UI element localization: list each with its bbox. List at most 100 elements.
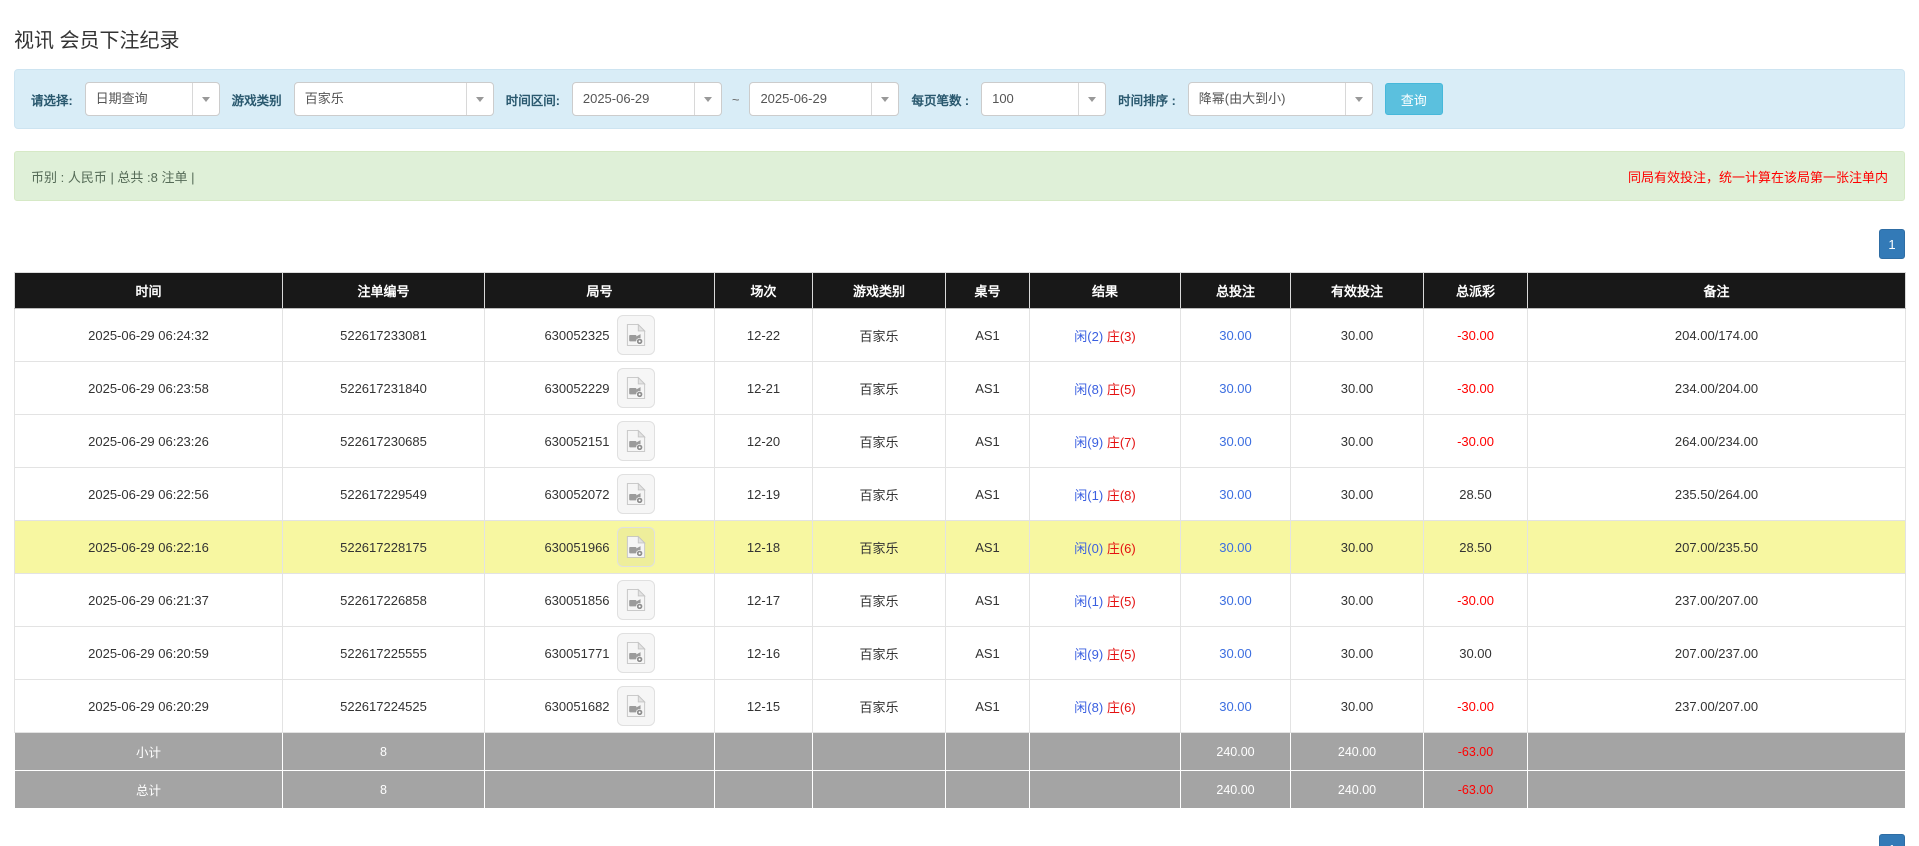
round-id: 630052072 bbox=[544, 486, 610, 502]
bet-id-cell: 522617226858 bbox=[282, 573, 485, 627]
round-id: 630051966 bbox=[544, 539, 610, 555]
valid-bet-cell: 30.00 bbox=[1290, 573, 1424, 627]
game-type-cell: 百家乐 bbox=[812, 679, 946, 733]
column-header: 游戏类别 bbox=[812, 272, 946, 309]
video-record-button[interactable] bbox=[616, 580, 655, 620]
footer-empty-cell bbox=[714, 732, 813, 771]
footer-empty-cell bbox=[1029, 770, 1181, 809]
bet-id-cell: 522617228175 bbox=[282, 520, 485, 574]
page-size-select[interactable]: 100 bbox=[981, 82, 1107, 116]
bet-id-cell: 522617230685 bbox=[282, 414, 485, 468]
total-bet-cell: 30.00 bbox=[1180, 573, 1291, 627]
total-bet-link[interactable]: 30.00 bbox=[1219, 487, 1252, 502]
query-type-select[interactable]: 日期查询 bbox=[84, 82, 220, 116]
search-button[interactable]: 查询 bbox=[1384, 83, 1443, 115]
game-type-select[interactable]: 百家乐 bbox=[293, 82, 494, 116]
round-cell: 630051682 bbox=[484, 679, 715, 733]
total-bet-link[interactable]: 30.00 bbox=[1219, 593, 1252, 608]
footer-count: 8 bbox=[282, 732, 485, 771]
table-row: 2025-06-29 06:23:26 522617230685 630052151… bbox=[14, 414, 1906, 468]
remark-cell: 235.50/264.00 bbox=[1527, 467, 1906, 521]
column-header: 局号 bbox=[484, 272, 715, 309]
footer-total-bet: 240.00 bbox=[1180, 732, 1291, 771]
chevron-down-icon bbox=[465, 83, 493, 115]
table-row: 2025-06-29 06:20:29 522617224525 630051682… bbox=[14, 679, 1906, 733]
total-bet-link[interactable]: 30.00 bbox=[1219, 540, 1252, 555]
result-banker: 庄(6) bbox=[1106, 699, 1136, 715]
time-cell: 2025-06-29 06:24:32 bbox=[14, 308, 283, 362]
game-type-cell: 百家乐 bbox=[812, 467, 946, 521]
session-cell: 12-19 bbox=[714, 467, 813, 521]
chevron-down-icon bbox=[871, 83, 898, 115]
result-banker: 庄(5) bbox=[1106, 593, 1136, 609]
total-bet-link[interactable]: 30.00 bbox=[1219, 646, 1252, 661]
video-record-icon bbox=[626, 694, 646, 717]
total-bet-cell: 30.00 bbox=[1180, 467, 1291, 521]
table-row: 2025-06-29 06:22:16 522617228175 630051966… bbox=[14, 520, 1906, 574]
time-cell: 2025-06-29 06:20:59 bbox=[14, 626, 283, 680]
video-record-button[interactable] bbox=[616, 527, 655, 567]
date-from-select[interactable]: 2025-06-29 bbox=[571, 82, 722, 116]
result-banker: 庄(7) bbox=[1106, 434, 1136, 450]
date-range-separator: ~ bbox=[731, 91, 740, 107]
result-banker: 庄(6) bbox=[1106, 540, 1136, 556]
valid-bet-cell: 30.00 bbox=[1290, 626, 1424, 680]
game-type-cell: 百家乐 bbox=[812, 573, 946, 627]
video-record-button[interactable] bbox=[616, 686, 655, 726]
time-order-select[interactable]: 降幂(由大到小) bbox=[1187, 82, 1373, 116]
round-id: 630052151 bbox=[544, 433, 610, 449]
result-banker: 庄(3) bbox=[1106, 328, 1136, 344]
select-value: 百家乐 bbox=[304, 91, 344, 106]
date-to-select[interactable]: 2025-06-29 bbox=[749, 82, 900, 116]
session-cell: 12-16 bbox=[714, 626, 813, 680]
video-record-button[interactable] bbox=[616, 368, 655, 408]
result-cell: 闲(0) 庄(6) bbox=[1029, 520, 1181, 574]
bet-id-cell: 522617224525 bbox=[282, 679, 485, 733]
filter-bar: 请选择: 日期查询 游戏类别 百家乐 时间区间: 2025-06-29 ~ 20… bbox=[14, 69, 1905, 129]
chevron-down-icon bbox=[191, 83, 219, 115]
video-record-button[interactable] bbox=[616, 633, 655, 673]
column-header: 有效投注 bbox=[1290, 272, 1424, 309]
date-range-label: 时间区间: bbox=[505, 93, 560, 108]
table-header-row: 时间 注单编号 局号 场次 游戏类别 桌号 结果 总投注 有效投注 总派彩 备注 bbox=[14, 272, 1906, 309]
game-type-cell: 百家乐 bbox=[812, 361, 946, 415]
total-bet-link[interactable]: 30.00 bbox=[1219, 328, 1252, 343]
page-1-button[interactable]: 1 bbox=[1879, 229, 1905, 259]
column-header: 总派彩 bbox=[1423, 272, 1528, 309]
remark-cell: 207.00/235.50 bbox=[1527, 520, 1906, 574]
result-cell: 闲(8) 庄(6) bbox=[1029, 679, 1181, 733]
betting-records-table: 时间 注单编号 局号 场次 游戏类别 桌号 结果 总投注 有效投注 总派彩 备注 2025-06-2… bbox=[14, 272, 1906, 809]
video-record-button[interactable] bbox=[616, 421, 655, 461]
payout-cell: -30.00 bbox=[1423, 308, 1528, 362]
table-no-cell: AS1 bbox=[945, 520, 1030, 574]
column-header: 结果 bbox=[1029, 272, 1181, 309]
table-row: 2025-06-29 06:21:37 522617226858 630051856… bbox=[14, 573, 1906, 627]
game-type-label: 游戏类别 bbox=[231, 93, 282, 108]
round-id: 630052325 bbox=[544, 327, 610, 343]
table-no-cell: AS1 bbox=[945, 679, 1030, 733]
total-bet-link[interactable]: 30.00 bbox=[1219, 699, 1252, 714]
result-player: 闲(1) bbox=[1074, 593, 1104, 609]
video-record-button[interactable] bbox=[616, 474, 655, 514]
column-header: 注单编号 bbox=[282, 272, 485, 309]
page-1-button[interactable]: 1 bbox=[1879, 834, 1905, 846]
bet-id-cell: 522617225555 bbox=[282, 626, 485, 680]
round-cell: 630052229 bbox=[484, 361, 715, 415]
table-row: 2025-06-29 06:22:56 522617229549 630052072… bbox=[14, 467, 1906, 521]
time-cell: 2025-06-29 06:22:16 bbox=[14, 520, 283, 574]
session-cell: 12-20 bbox=[714, 414, 813, 468]
footer-empty-cell bbox=[812, 732, 946, 771]
valid-bet-cell: 30.00 bbox=[1290, 414, 1424, 468]
summary-row: 小计 8 240.00 240.00 -63.00 bbox=[14, 732, 1906, 771]
video-record-button[interactable] bbox=[616, 315, 655, 355]
game-type-cell: 百家乐 bbox=[812, 308, 946, 362]
video-record-icon bbox=[626, 535, 646, 558]
bet-id-cell: 522617231840 bbox=[282, 361, 485, 415]
video-record-icon bbox=[626, 429, 646, 452]
total-bet-link[interactable]: 30.00 bbox=[1219, 434, 1252, 449]
table-no-cell: AS1 bbox=[945, 361, 1030, 415]
table-no-cell: AS1 bbox=[945, 308, 1030, 362]
table-body: 2025-06-29 06:24:32 522617233081 630052325… bbox=[14, 308, 1906, 733]
column-header: 桌号 bbox=[945, 272, 1030, 309]
total-bet-link[interactable]: 30.00 bbox=[1219, 381, 1252, 396]
